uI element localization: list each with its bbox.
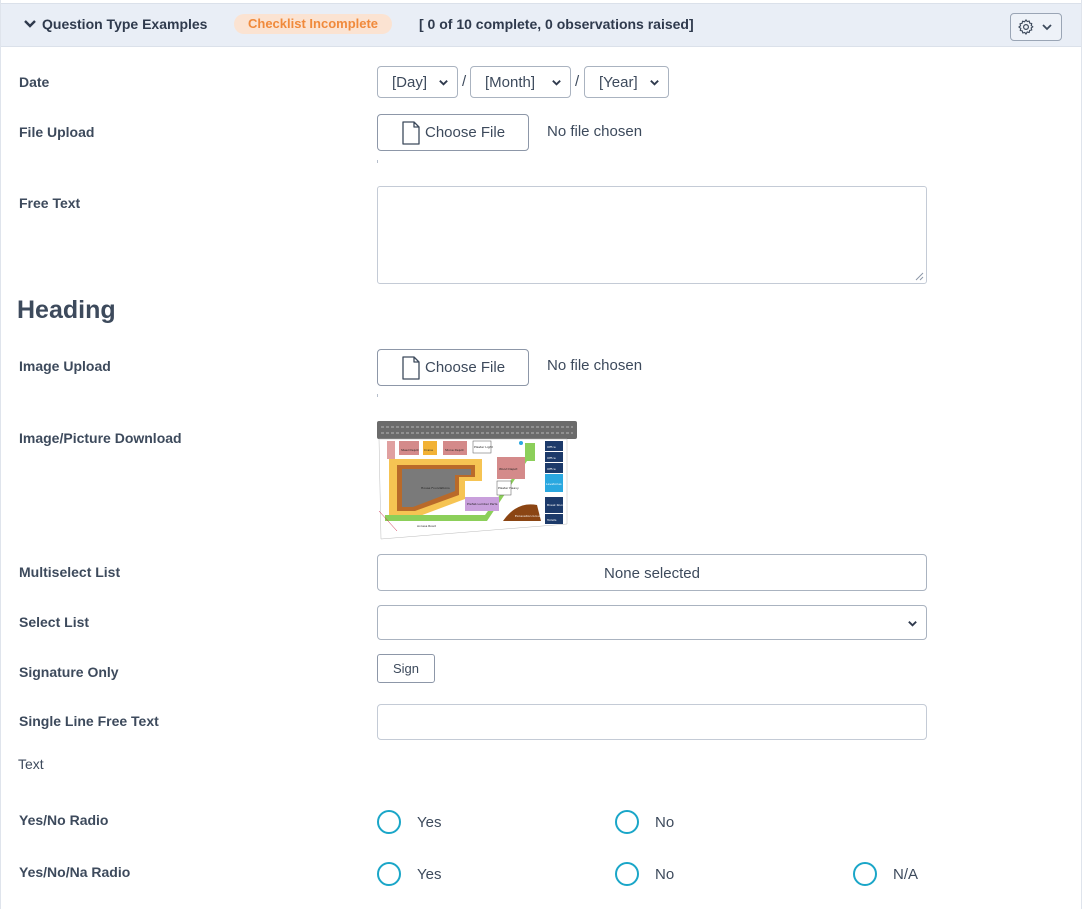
chevron-down-icon <box>439 80 448 86</box>
file-icon <box>402 356 420 380</box>
svg-text:Plaster Heavy: Plaster Heavy <box>498 486 519 490</box>
date-separator: / <box>462 73 467 90</box>
file-icon <box>402 121 420 145</box>
divider <box>377 394 378 397</box>
yes-radio[interactable] <box>377 862 401 886</box>
date-label: Date <box>19 74 50 90</box>
status-badge: Checklist Incomplete <box>234 14 393 34</box>
yes-no-label: Yes/No Radio <box>19 812 109 828</box>
no-option-label: No <box>655 814 675 831</box>
svg-text:Office: Office <box>547 445 556 449</box>
single-line-input[interactable] <box>377 704 927 740</box>
svg-text:Excavation Ground: Excavation Ground <box>515 514 544 518</box>
file-upload-label: File Upload <box>19 124 95 140</box>
yes-no-na-label: Yes/No/Na Radio <box>19 864 131 880</box>
single-line-label: Single Line Free Text <box>19 713 159 729</box>
year-select[interactable]: [Year] <box>584 66 669 98</box>
chevron-down-icon <box>552 80 561 86</box>
free-text-input[interactable] <box>377 186 927 284</box>
yes-option-label: Yes <box>417 814 442 831</box>
select-list-label: Select List <box>19 614 90 630</box>
svg-text:Office: Office <box>547 456 556 460</box>
svg-text:House Foundations: House Foundations <box>421 486 450 490</box>
image-upload-label: Image Upload <box>19 358 111 374</box>
select-list-dropdown[interactable] <box>377 605 927 640</box>
text-label: Text <box>18 756 44 772</box>
checklist-panel: Question Type Examples Checklist Incompl… <box>0 0 1082 909</box>
yes-option-label: Yes <box>417 866 442 883</box>
svg-text:Office: Office <box>547 467 556 471</box>
no-option-label: No <box>655 866 675 883</box>
image-upload-status: No file chosen <box>547 357 643 374</box>
chevron-down-icon <box>1042 24 1052 31</box>
section-title: Question Type Examples <box>42 16 208 32</box>
chevron-down-icon[interactable] <box>23 17 37 31</box>
na-radio[interactable] <box>853 862 877 886</box>
section-header[interactable]: Question Type Examples Checklist Incompl… <box>1 3 1081 47</box>
no-radio[interactable] <box>615 810 639 834</box>
chevron-down-icon <box>650 80 659 86</box>
svg-text:Stone Depot: Stone Depot <box>445 448 465 452</box>
svg-text:Access Road: Access Road <box>417 524 436 528</box>
month-select[interactable]: [Month] <box>470 66 571 98</box>
svg-text:Break Room: Break Room <box>547 503 565 507</box>
resize-handle-icon[interactable] <box>914 271 924 281</box>
free-text-label: Free Text <box>19 195 81 211</box>
svg-text:Lavatories: Lavatories <box>546 482 562 486</box>
section-heading: Heading <box>17 296 116 324</box>
svg-text:Wood Depot: Wood Depot <box>499 467 518 471</box>
signature-label: Signature Only <box>19 664 119 680</box>
completion-summary: [ 0 of 10 complete, 0 observations raise… <box>419 16 694 32</box>
file-upload-status: No file chosen <box>547 123 643 140</box>
multiselect-label: Multiselect List <box>19 564 121 580</box>
sign-button[interactable]: Sign <box>377 654 435 683</box>
yes-radio[interactable] <box>377 810 401 834</box>
file-upload-button[interactable]: Choose File <box>377 114 529 151</box>
svg-text:Crane: Crane <box>424 448 433 452</box>
divider <box>377 160 378 163</box>
svg-text:Toilets: Toilets <box>546 518 557 522</box>
no-radio[interactable] <box>615 862 639 886</box>
date-separator: / <box>575 73 580 90</box>
image-upload-button[interactable]: Choose File <box>377 349 529 386</box>
na-option-label: N/A <box>893 866 919 883</box>
settings-button[interactable] <box>1010 13 1062 41</box>
gear-icon <box>1018 19 1034 35</box>
multiselect-dropdown[interactable]: None selected <box>377 554 927 591</box>
image-download-label: Image/Picture Download <box>19 430 182 446</box>
chevron-down-icon <box>908 621 917 627</box>
svg-text:Steel Depot: Steel Depot <box>401 448 419 452</box>
svg-text:Prefab Lumber Parts: Prefab Lumber Parts <box>467 502 498 506</box>
day-select[interactable]: [Day] <box>377 66 458 98</box>
site-plan-image[interactable]: Steel Depot Crane Stone Depot Plaster Li… <box>377 421 577 541</box>
svg-text:Plaster Light: Plaster Light <box>474 445 494 449</box>
